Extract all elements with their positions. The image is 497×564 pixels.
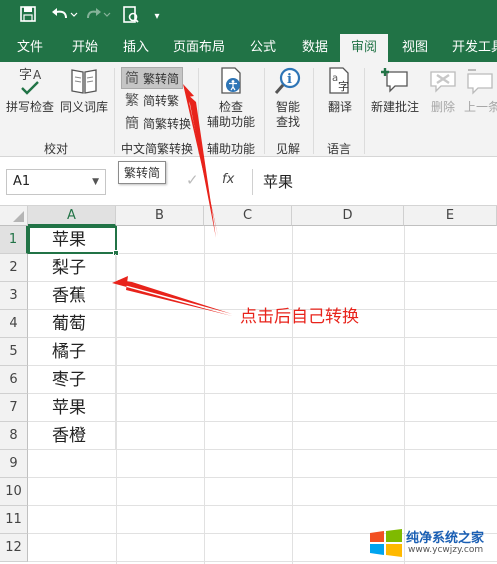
watermark-title: 纯净系统之家 (406, 531, 485, 546)
watermark-url: www.ycwjzy.com (408, 545, 484, 555)
annotation-arrows (112, 84, 232, 316)
arrow-to-ribbon-head (183, 84, 218, 236)
arrow-to-cells (118, 280, 232, 314)
arrow-to-ribbon (185, 92, 216, 238)
watermark: 纯净系统之家 www.ycwjzy.com (368, 523, 496, 563)
windows-logo-icon (370, 529, 402, 557)
annotation-text: 点击后自己转换 (240, 307, 359, 327)
excel-window: { "qat": { "save_icon": "save-icon", "un… (0, 0, 497, 564)
